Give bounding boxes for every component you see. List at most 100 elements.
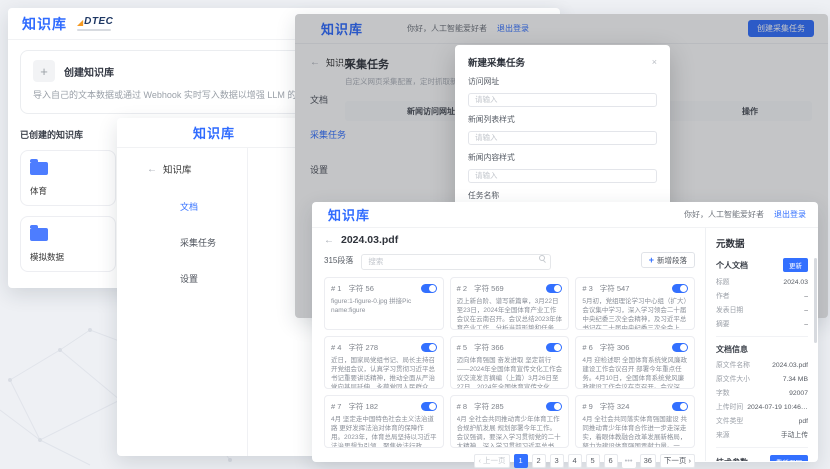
paragraph-area: ← 2024.03.pdf 315段落 + 新增段落 # 1 — [312, 228, 705, 461]
back-arrow-icon[interactable]: ← — [324, 235, 334, 246]
add-paragraph-button[interactable]: + 新增段落 — [641, 252, 695, 268]
paragraph-card[interactable]: # 4 字符 278 近日，国家局党组书记、局长主持召开党组会议，认真学习贯彻习… — [324, 336, 444, 389]
app-title: 知识库 — [328, 205, 370, 224]
paragraph-text: 4月 全社会共同推动青少年体育工作合规护航发展 规划部署今年工作。会议强调，要深… — [457, 415, 563, 448]
metadata-value: 手动上传 — [781, 429, 808, 439]
field-input[interactable] — [468, 131, 657, 145]
metadata-panel: 元数据 个人文档 更新 标题 2024.03 作者 – 发 — [705, 228, 818, 461]
logo-arrow-icon: ◢ — [77, 19, 83, 27]
page-button[interactable]: 5 — [586, 454, 600, 468]
metadata-label: 发表日期 — [716, 304, 743, 314]
pagination: ‹ 上一页 123456 ••• 36 下一页 › — [324, 454, 695, 468]
create-kb-title: 创建知识库 — [64, 64, 114, 79]
metadata-row: 摘要 – — [716, 318, 808, 328]
metadata-value: 2024.03.pdf — [772, 362, 808, 369]
plus-icon: + — [649, 255, 654, 265]
close-icon[interactable]: × — [652, 57, 657, 67]
page-button[interactable]: 1 — [514, 454, 528, 468]
paragraph-enabled-toggle[interactable] — [421, 343, 437, 352]
metadata-section-personal: 个人文档 更新 标题 2024.03 作者 – 发表日期 – — [716, 258, 808, 328]
paragraph-card[interactable]: # 3 字符 547 5月初，党组理论学习中心组（扩大）会议集中学习，深入学习领… — [575, 277, 695, 330]
form-group: 新闻内容样式 — [468, 152, 657, 183]
create-kb-card[interactable]: + 创建知识库 导入自己的文本数据或通过 Webhook 实时写入数据以增强 L… — [20, 50, 342, 114]
paragraph-enabled-toggle[interactable] — [672, 402, 688, 411]
paragraph-text: 5月初，党组理论学习中心组（扩大）会议集中学习，深入学习领会二十届中央纪委三次全… — [582, 297, 688, 330]
paragraph-char-count: 字符 285 — [474, 401, 504, 412]
metadata-label: 字数 — [716, 387, 730, 397]
paragraph-enabled-toggle[interactable] — [546, 284, 562, 293]
back-arrow-icon[interactable]: ← — [147, 164, 157, 175]
user-greeting: 你好，人工智能爱好者 — [684, 209, 764, 220]
paragraph-char-count: 字符 278 — [348, 342, 378, 353]
paragraph-enabled-toggle[interactable] — [421, 402, 437, 411]
paragraph-number: # 8 — [457, 402, 467, 411]
paragraph-card[interactable]: # 2 字符 569 迈上新台阶、谱写新篇章，3月22日至23日，2024年全国… — [450, 277, 570, 330]
paragraph-number: # 3 — [582, 284, 592, 293]
paragraph-card[interactable]: # 1 字符 56 figure:1-figure-0.jpg 拼接Pic na… — [324, 277, 444, 330]
page-button[interactable]: 3 — [550, 454, 564, 468]
paragraph-card[interactable]: # 8 字符 285 4月 全社会共同推动青少年体育工作合规护航发展 规划部署今… — [450, 395, 570, 448]
paragraph-number: # 7 — [331, 402, 341, 411]
sidebar-divider — [247, 148, 248, 456]
panel-scrollbar[interactable] — [814, 258, 817, 343]
paragraph-text: figure:1-figure-0.jpg 拼接Pic name:figure — [331, 297, 437, 315]
metadata-value: 2024-07-19 10:46:36 — [747, 404, 808, 411]
metadata-row: 原文件名称 2024.03.pdf — [716, 359, 808, 369]
paragraph-card[interactable]: # 6 字符 306 4月 迎检述职 全国体育系统党风廉政建设工作会议召开 部署… — [575, 336, 695, 389]
update-button[interactable]: 更新 — [783, 258, 808, 272]
section-name: 个人文档 — [716, 260, 748, 271]
paragraph-number: # 6 — [582, 343, 592, 352]
metadata-row: 作者 – — [716, 290, 808, 300]
metadata-row: 发表日期 – — [716, 304, 808, 314]
paragraph-enabled-toggle[interactable] — [546, 402, 562, 411]
kb-card[interactable]: 模拟数据 — [20, 216, 116, 272]
page-button[interactable]: 4 — [568, 454, 582, 468]
kb-card-name: 模拟数据 — [30, 251, 106, 263]
paragraph-number: # 2 — [457, 284, 467, 293]
paragraph-char-count: 字符 366 — [474, 342, 504, 353]
page-button[interactable]: 36 — [640, 454, 656, 468]
search-icon — [539, 255, 545, 261]
kb-card[interactable]: 体育 — [20, 150, 116, 206]
page-button[interactable]: ‹ 上一页 — [474, 454, 509, 468]
field-label: 新闻内容样式 — [468, 152, 657, 163]
metadata-label: 原文件名称 — [716, 359, 750, 369]
create-kb-description: 导入自己的文本数据或通过 Webhook 实时写入数据以增强 LLM 的上下文。 — [33, 89, 333, 103]
paragraph-card[interactable]: # 9 字符 324 4月 全社会共同落实体育强国建设 共同推动青少年体育合作进… — [575, 395, 695, 448]
logout-link[interactable]: 退出登录 — [774, 209, 806, 220]
paragraph-card[interactable]: # 7 字符 182 4月 坚定走中国特色社会主义法治道路 更好发挥法治对体育的… — [324, 395, 444, 448]
search-input[interactable] — [361, 254, 551, 270]
recall-button[interactable]: 重新召回 — [770, 455, 808, 461]
paragraph-text: 4月 迎检述职 全国体育系统党风廉政建设工作会议召开 部署今年重点任务。4月10… — [582, 356, 688, 389]
paragraph-toolbar: 315段落 + 新增段落 — [324, 251, 695, 270]
metadata-row: 标题 2024.03 — [716, 276, 808, 286]
paragraph-text: 4月 坚定走中国特色社会主义法治道路 更好发挥法治对体育的保障作用。2023年，… — [331, 415, 437, 448]
metadata-value: pdf — [799, 418, 808, 425]
page-button[interactable]: 下一页 › — [660, 454, 695, 468]
folder-icon — [30, 228, 48, 241]
page-button[interactable]: 6 — [604, 454, 618, 468]
paragraph-char-count: 字符 56 — [348, 283, 373, 294]
paragraph-char-count: 字符 569 — [474, 283, 504, 294]
metadata-value: – — [804, 307, 808, 314]
paragraph-text: 迈向体育强国 奋发进取 坚定前行——2024年全国体育宣传文化工作会议交流发言摘… — [457, 356, 563, 389]
paragraph-enabled-toggle[interactable] — [672, 284, 688, 293]
paragraph-enabled-toggle[interactable] — [672, 343, 688, 352]
page-button[interactable]: 2 — [532, 454, 546, 468]
section-name: 技术参数 — [716, 457, 748, 462]
metadata-value: – — [804, 293, 808, 300]
metadata-label: 作者 — [716, 290, 730, 300]
modal-fields: 访问网址 新闻列表样式 新闻内容样式 任务名称 — [468, 76, 657, 221]
page-button[interactable]: ••• — [622, 454, 636, 468]
paragraph-enabled-toggle[interactable] — [546, 343, 562, 352]
paragraph-number: # 9 — [582, 402, 592, 411]
field-input[interactable] — [468, 169, 657, 183]
metadata-value: 92007 — [789, 390, 808, 397]
logo-text: DTEC — [84, 17, 113, 27]
app-title: 知识库 — [193, 123, 235, 142]
field-input[interactable] — [468, 93, 657, 107]
section-name: 文档信息 — [716, 344, 748, 355]
metadata-row: 来源 手动上传 — [716, 429, 808, 439]
paragraph-enabled-toggle[interactable] — [421, 284, 437, 293]
paragraph-card[interactable]: # 5 字符 366 迈向体育强国 奋发进取 坚定前行——2024年全国体育宣传… — [450, 336, 570, 389]
